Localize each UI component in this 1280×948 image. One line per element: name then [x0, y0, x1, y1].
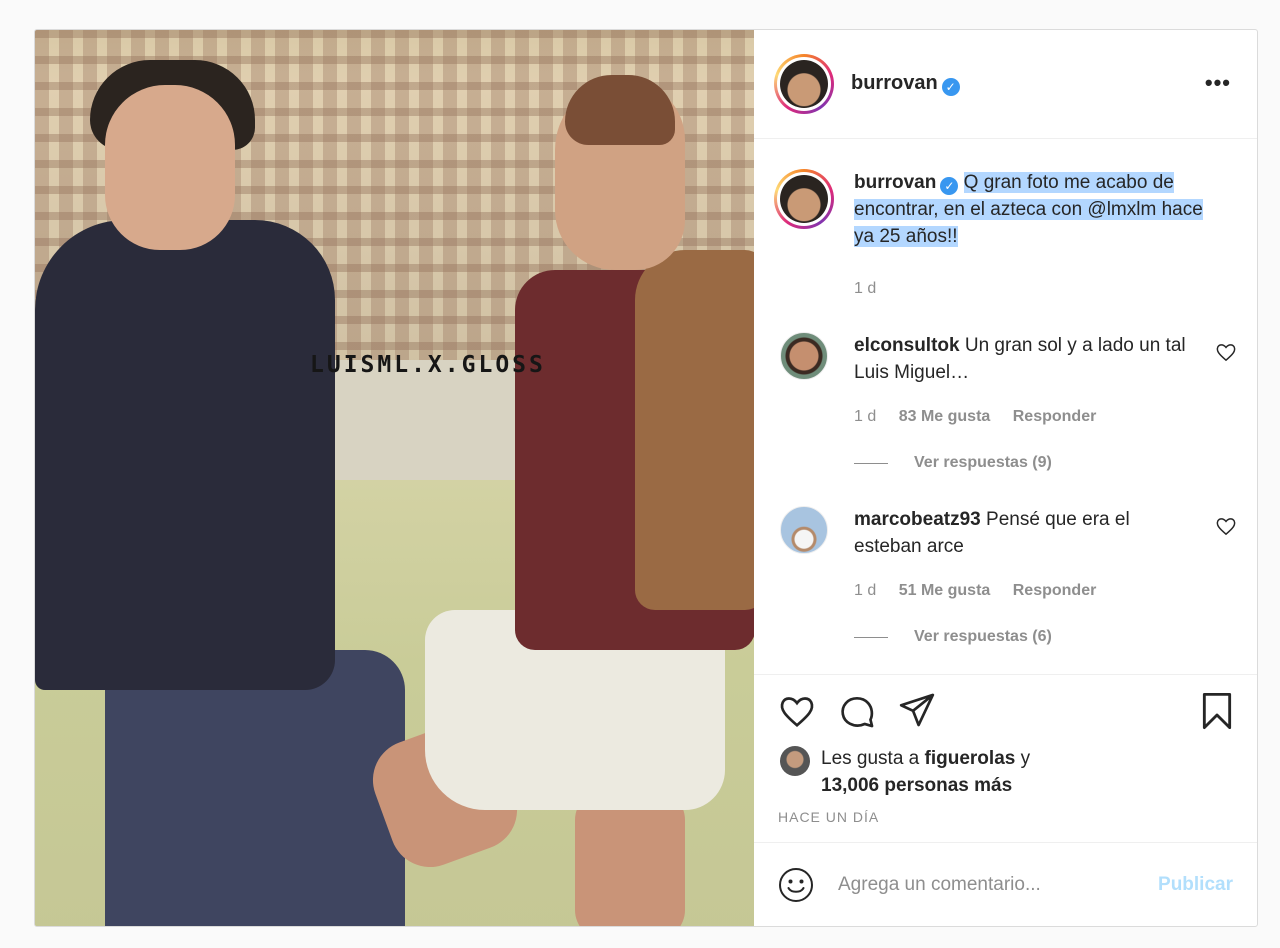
publish-button[interactable]: Publicar: [1158, 874, 1233, 896]
comment-username[interactable]: marcobeatz93: [854, 509, 981, 530]
caption: burrovan ✓ Q gran foto me acabo de encont…: [774, 169, 1237, 298]
likes-prefix: Les gusta a: [821, 748, 925, 769]
likes-count-button[interactable]: 13,006 personas más: [821, 775, 1012, 796]
reply-button[interactable]: Responder: [1013, 582, 1097, 599]
photo-person-left-legs: [105, 650, 405, 926]
comment-meta: 1 d 83 Me gusta Responder: [854, 408, 1194, 426]
comment-username[interactable]: elconsultok: [854, 335, 960, 356]
comment-body: marcobeatz93 Pensé que era el esteban ar…: [828, 506, 1194, 600]
bookmark-icon[interactable]: [1201, 692, 1233, 730]
caption-text-block: burrovan ✓ Q gran foto me acabo de encont…: [854, 169, 1224, 250]
comment-input[interactable]: [838, 873, 1159, 896]
comment-meta: 1 d 51 Me gusta Responder: [854, 582, 1194, 600]
verified-badge-icon: ✓: [940, 177, 959, 195]
comment-age[interactable]: 1 d: [854, 582, 876, 599]
comment-icon[interactable]: [838, 692, 876, 730]
comment-text-block: elconsultok Un gran sol y a lado un tal …: [854, 332, 1194, 386]
liker-avatar[interactable]: [780, 746, 810, 776]
view-replies-button[interactable]: Ver respuestas (9): [854, 454, 1237, 472]
photo-person-right-hair: [565, 75, 675, 145]
author-username[interactable]: burrovan ✓: [851, 72, 960, 96]
photo-watermark: LUISML.X.GLOSS: [310, 352, 546, 378]
replies-divider: [854, 462, 888, 464]
comments-list: burrovan ✓ Q gran foto me acabo de encont…: [754, 139, 1257, 674]
post-timestamp[interactable]: HACE UN DÍA: [778, 809, 879, 825]
comment-age[interactable]: 1 d: [854, 408, 876, 425]
photo-person-left-head: [105, 85, 235, 250]
comment-like-heart-icon[interactable]: [1215, 342, 1237, 362]
caption-meta: 1 d: [854, 280, 1224, 298]
replies-divider: [854, 636, 888, 638]
caption-username[interactable]: burrovan: [854, 172, 936, 193]
verified-badge-icon: ✓: [941, 78, 960, 96]
comment-like-heart-icon[interactable]: [1215, 516, 1237, 536]
liker-username[interactable]: figuerolas: [925, 748, 1016, 769]
likes-text: Les gusta a figuerolas y 13,006 personas…: [821, 745, 1030, 799]
view-replies-label: Ver respuestas (9): [914, 454, 1052, 471]
more-options-button[interactable]: •••: [1205, 70, 1231, 96]
reply-button[interactable]: Responder: [1013, 408, 1097, 425]
post-photo[interactable]: LUISML.X.GLOSS: [35, 30, 754, 926]
comment-text-block: marcobeatz93 Pensé que era el esteban ar…: [854, 506, 1194, 560]
view-replies-button[interactable]: Ver respuestas (6): [854, 628, 1237, 646]
comment-item: elconsultok Un gran sol y a lado un tal …: [774, 332, 1237, 426]
photo-person-left-body: [35, 220, 335, 690]
caption-author-avatar-image: [780, 175, 828, 223]
comment-body: elconsultok Un gran sol y a lado un tal …: [828, 332, 1194, 426]
add-comment-bar: Publicar: [754, 842, 1257, 926]
post-header: burrovan ✓ •••: [754, 30, 1257, 139]
photo-person-right-leg: [575, 790, 685, 926]
comment-likes[interactable]: 83 Me gusta: [899, 408, 991, 425]
author-avatar[interactable]: [774, 54, 834, 114]
share-icon[interactable]: [898, 692, 936, 728]
caption-author-avatar[interactable]: [774, 169, 834, 229]
heart-icon[interactable]: [778, 693, 816, 729]
post-sidebar: burrovan ✓ ••• burrovan ✓ Q gran foto me a…: [754, 30, 1257, 926]
commenter-avatar[interactable]: [780, 332, 828, 380]
caption-age[interactable]: 1 d: [854, 280, 876, 297]
likes-join: y: [1015, 748, 1031, 769]
comment-item: marcobeatz93 Pensé que era el esteban ar…: [774, 506, 1237, 600]
author-avatar-image: [780, 60, 828, 108]
comment-likes[interactable]: 51 Me gusta: [899, 582, 991, 599]
emoji-icon[interactable]: [778, 867, 814, 903]
photo-person-right-jacket: [635, 250, 754, 610]
post-actions: Les gusta a figuerolas y 13,006 personas…: [754, 674, 1257, 842]
view-replies-label: Ver respuestas (6): [914, 628, 1052, 645]
commenter-avatar[interactable]: [780, 506, 828, 554]
post-card: LUISML.X.GLOSS burrovan✓ ••• burrovan✓: [34, 29, 1258, 927]
likes-summary: Les gusta a figuerolas y 13,006 personas…: [780, 745, 1030, 799]
caption-body: burrovan ✓ Q gran foto me acabo de encont…: [834, 169, 1224, 298]
